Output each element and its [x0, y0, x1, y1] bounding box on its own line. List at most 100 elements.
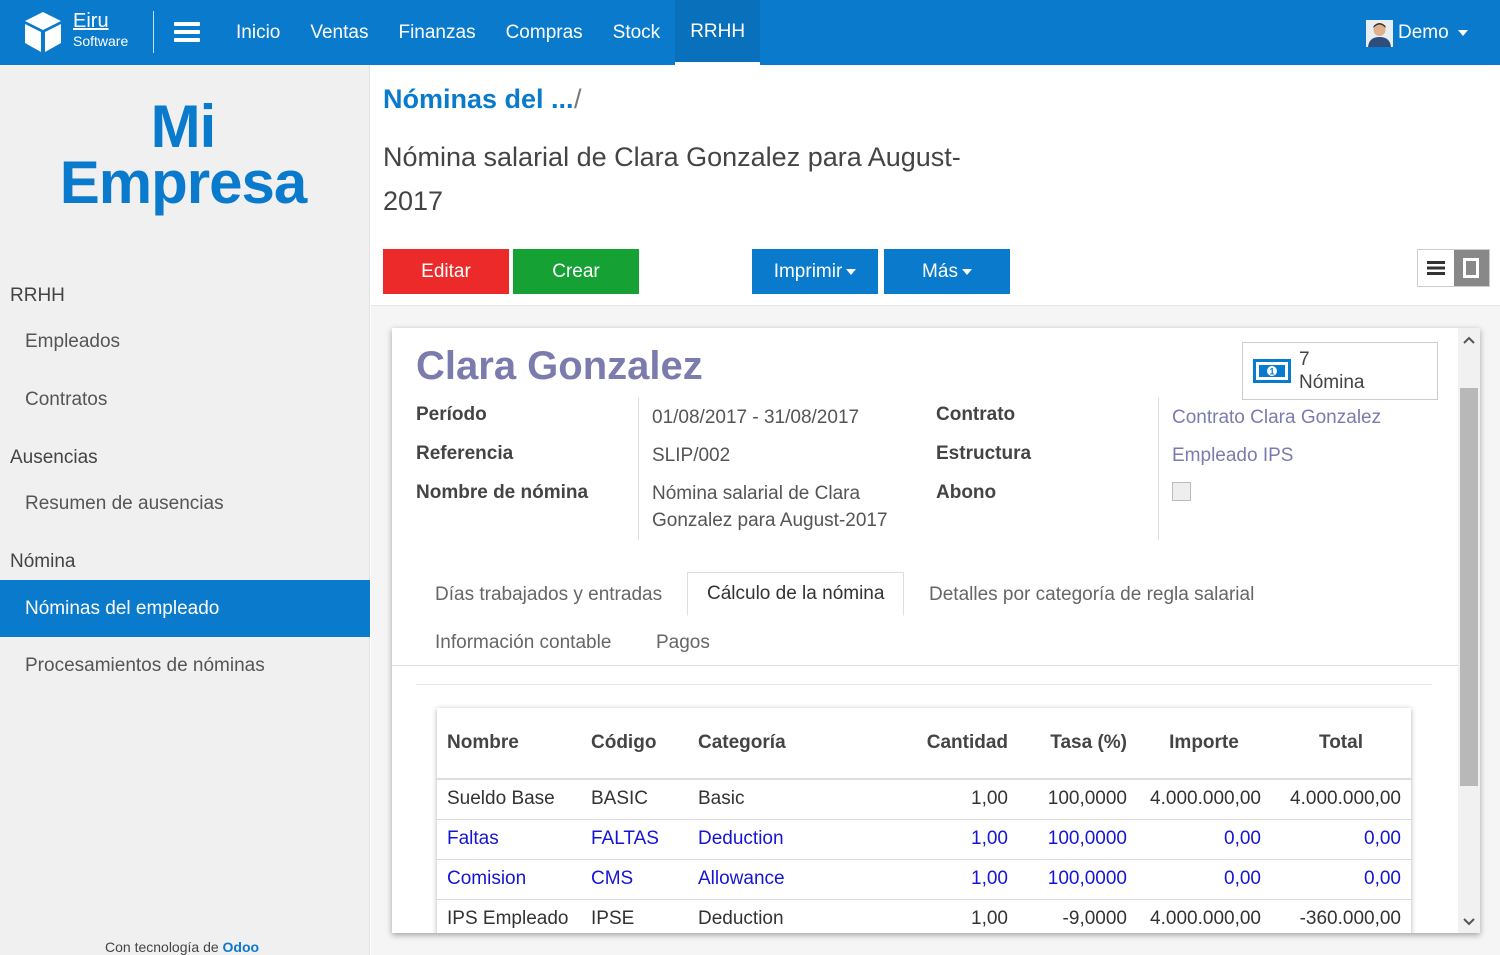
cell-amount: 0,00 — [1137, 859, 1271, 900]
column-header-name[interactable]: Nombre — [437, 708, 581, 780]
payslip-count-label: Nómina — [1299, 372, 1365, 393]
tab-payments[interactable]: Pagos — [656, 632, 710, 654]
cell-category: Basic — [688, 779, 863, 820]
cell-total: 4.000.000,00 — [1271, 779, 1411, 820]
structure-link[interactable]: Empleado IPS — [1172, 442, 1293, 469]
sidebar-section-ausencias: Ausencias — [10, 447, 98, 468]
cube-logo-icon — [25, 12, 61, 52]
tab-payslip-computation[interactable]: Cálculo de la nómina — [687, 572, 905, 616]
credit-checkbox[interactable] — [1172, 482, 1191, 501]
sidebar-item-procesamientos-nominas[interactable]: Procesamientos de nóminas — [0, 637, 370, 694]
brand-divider — [153, 11, 154, 53]
payslip-name-label: Nombre de nómina — [416, 482, 589, 503]
company-logo-line1: Mi — [150, 93, 217, 160]
menu-item-stock[interactable]: Stock — [598, 0, 676, 65]
create-button[interactable]: Crear — [513, 249, 639, 294]
list-view-icon[interactable] — [1418, 250, 1454, 286]
caret-down-icon — [846, 268, 857, 275]
contract-link[interactable]: Contrato Clara Gonzalez — [1172, 404, 1381, 431]
menu-item-inicio[interactable]: Inicio — [221, 0, 295, 65]
tab-worked-days[interactable]: Días trabajados y entradas — [435, 584, 662, 606]
table-row[interactable]: Comision CMS Allowance 1,00 100,0000 0,0… — [437, 859, 1411, 900]
table-row[interactable]: Faltas FALTAS Deduction 1,00 100,0000 0,… — [437, 819, 1411, 860]
table-row[interactable]: IPS Empleado IPSE Deduction 1,00 -9,0000… — [437, 899, 1411, 933]
view-switcher — [1417, 249, 1490, 287]
sidebar-item-resumen-ausencias[interactable]: Resumen de ausencias — [0, 475, 370, 532]
powered-by-text: Con tecnología de — [105, 939, 219, 955]
field-divider — [638, 398, 639, 540]
scrollbar-thumb[interactable] — [1460, 388, 1478, 786]
employee-name: Clara Gonzalez — [416, 344, 703, 388]
money-icon: 1 — [1253, 359, 1291, 383]
brand-logo[interactable]: Eiru Software — [22, 10, 152, 54]
brand-subtitle: Software — [73, 33, 129, 49]
odoo-link[interactable]: Odoo — [223, 939, 260, 955]
payslip-count-button[interactable]: 1 7 Nómina — [1242, 342, 1438, 400]
avatar — [1366, 19, 1393, 47]
main-menu: Inicio Ventas Finanzas Compras Stock RRH… — [221, 0, 761, 65]
payslip-lines-table: Nombre Código Categoría Cantidad Tasa (%… — [437, 708, 1411, 933]
print-button-label: Imprimir — [773, 261, 843, 282]
payslip-count: 7 — [1299, 349, 1310, 370]
sidebar: Mi Empresa RRHH Empleados Contratos Ause… — [0, 65, 370, 955]
column-header-rate[interactable]: Tasa (%) — [1018, 708, 1137, 780]
cell-name: Comision — [437, 859, 581, 900]
table-row[interactable]: Sueldo Base BASIC Basic 1,00 100,0000 4.… — [437, 779, 1411, 820]
column-header-code[interactable]: Código — [581, 708, 688, 780]
scroll-down-icon[interactable] — [1463, 918, 1475, 926]
more-button[interactable]: Más — [884, 249, 1010, 294]
sidebar-item-empleados[interactable]: Empleados — [0, 313, 370, 370]
period-from: 01/08/2017 — [652, 407, 748, 428]
hamburger-menu-icon[interactable] — [174, 22, 202, 42]
cell-code: IPSE — [581, 899, 688, 933]
cell-rate: -9,0000 — [1018, 899, 1137, 933]
cell-amount: 4.000.000,00 — [1137, 779, 1271, 820]
caret-down-icon — [961, 268, 972, 275]
menu-item-ventas[interactable]: Ventas — [295, 0, 383, 65]
payslip-name-value: Nómina salarial de Clara Gonzalez para A… — [652, 483, 888, 531]
menu-item-finanzas[interactable]: Finanzas — [383, 0, 490, 65]
sidebar-item-contratos[interactable]: Contratos — [0, 371, 370, 428]
cell-name: Faltas — [437, 819, 581, 860]
tabs-bottom-border — [392, 665, 1460, 666]
cell-code: FALTAS — [581, 819, 688, 860]
sidebar-section-rrhh: RRHH — [10, 285, 65, 306]
print-button[interactable]: Imprimir — [752, 249, 878, 294]
cell-quantity: 1,00 — [863, 819, 1018, 860]
cell-total: 0,00 — [1271, 819, 1411, 860]
cell-category: Deduction — [688, 819, 863, 860]
cell-rate: 100,0000 — [1018, 779, 1137, 820]
field-divider — [1158, 398, 1159, 540]
sidebar-item-nominas-empleado[interactable]: Nóminas del empleado — [0, 580, 370, 637]
form-content-area: Clara Gonzalez 1 7 Nómina Período Refere… — [371, 306, 1500, 955]
tab-accounting-info[interactable]: Información contable — [435, 632, 611, 654]
column-header-total[interactable]: Total — [1271, 708, 1411, 780]
column-header-quantity[interactable]: Cantidad — [863, 708, 1018, 780]
cell-quantity: 1,00 — [863, 779, 1018, 820]
period-value: 01/08/2017 - 31/08/2017 — [652, 404, 859, 431]
tab-salary-rule-categories[interactable]: Detalles por categoría de regla salarial — [929, 584, 1254, 606]
vertical-scrollbar[interactable] — [1458, 328, 1480, 933]
menu-item-rrhh[interactable]: RRHH — [675, 0, 761, 65]
chevron-down-icon — [1457, 30, 1468, 36]
top-navbar: Eiru Software Inicio Ventas Finanzas Com… — [0, 0, 1500, 65]
more-button-label: Más — [922, 261, 958, 282]
edit-button-label: Editar — [421, 261, 471, 282]
sidebar-section-nomina: Nómina — [10, 551, 76, 572]
edit-button[interactable]: Editar — [383, 249, 509, 294]
period-to: 31/08/2017 — [763, 407, 860, 428]
menu-item-compras[interactable]: Compras — [491, 0, 598, 65]
column-header-amount[interactable]: Importe — [1137, 708, 1271, 780]
breadcrumb-link[interactable]: Nóminas del ... — [383, 84, 574, 115]
cell-category: Deduction — [688, 899, 863, 933]
user-menu[interactable]: Demo — [1366, 19, 1468, 47]
powered-by: Con tecnología de Odoo — [105, 939, 259, 955]
reference-value: SLIP/002 — [652, 445, 731, 466]
brand-name: Eiru — [73, 10, 109, 32]
form-view-icon[interactable] — [1453, 250, 1489, 286]
column-header-category[interactable]: Categoría — [688, 708, 863, 780]
scroll-up-icon[interactable] — [1463, 336, 1475, 344]
create-button-label: Crear — [552, 261, 600, 282]
structure-label: Estructura — [936, 443, 1032, 464]
cell-rate: 100,0000 — [1018, 819, 1137, 860]
